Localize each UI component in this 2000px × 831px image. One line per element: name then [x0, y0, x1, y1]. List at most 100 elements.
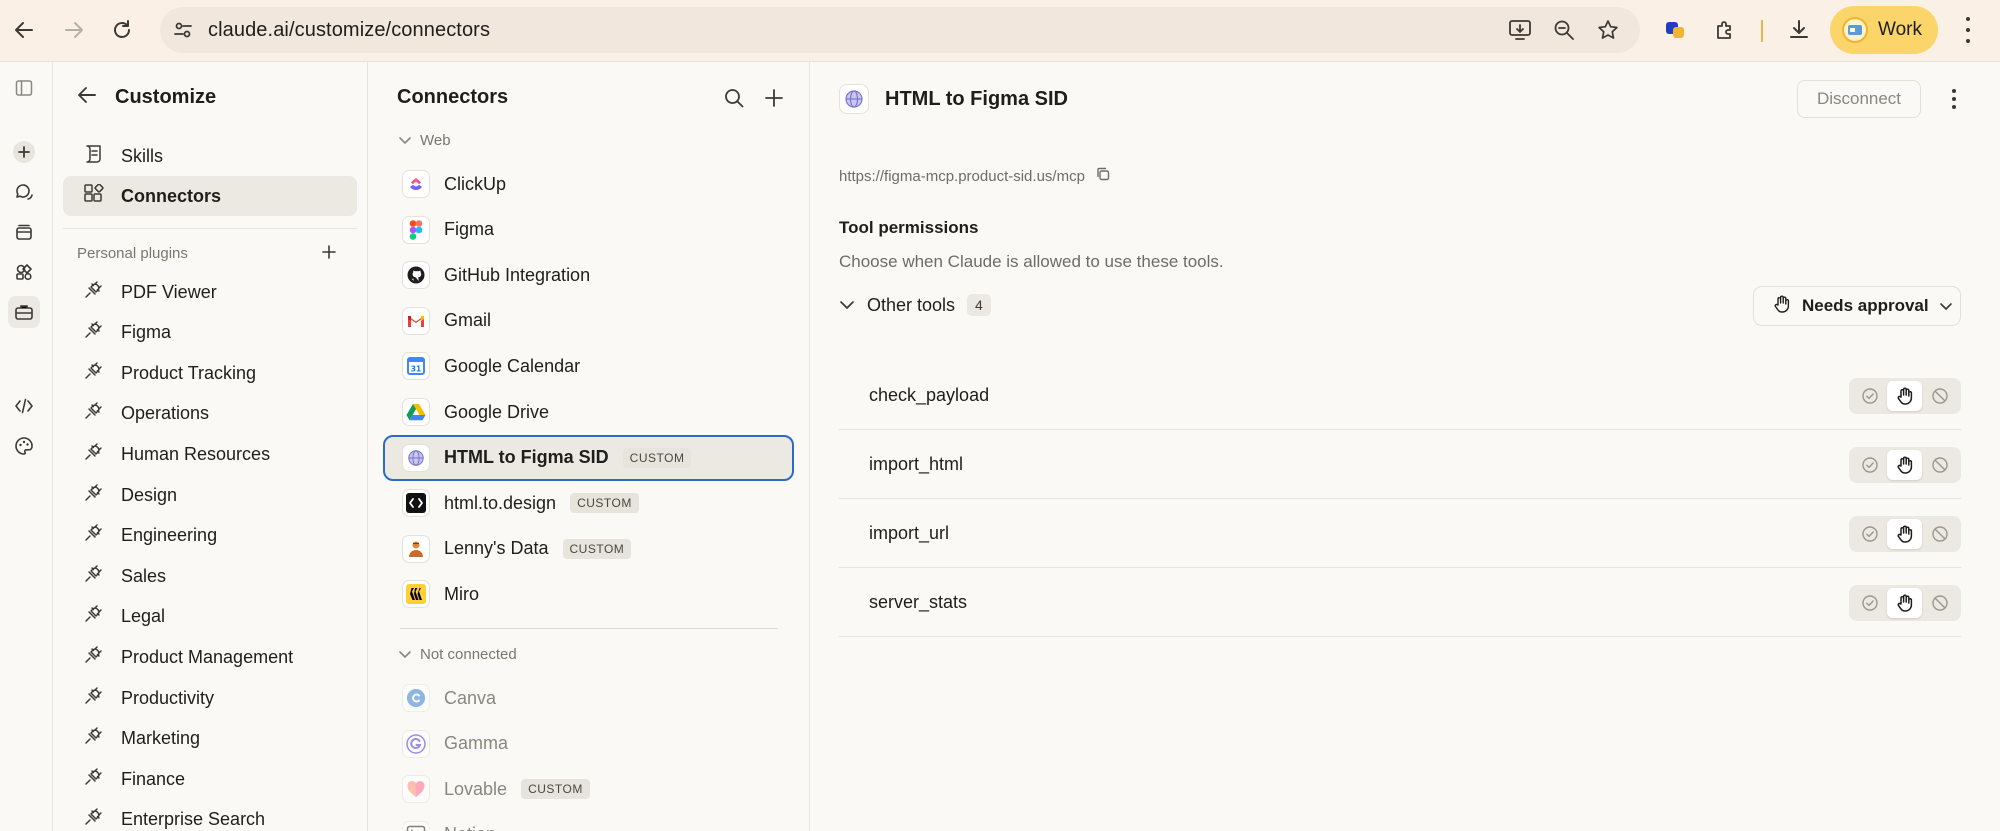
connector-item-gamma[interactable]: Gamma [384, 721, 794, 767]
tool-row-import-url: import_url [839, 500, 1961, 568]
chats-icon[interactable] [8, 176, 40, 208]
copy-icon[interactable] [1095, 166, 1111, 186]
block-icon[interactable] [1922, 381, 1957, 411]
sidebar-toggle-icon[interactable] [8, 72, 40, 104]
profile-label: Work [1878, 19, 1922, 40]
connector-label: Gamma [444, 733, 509, 754]
plug-icon [83, 280, 103, 305]
connector-item-html-to-design[interactable]: html.to.design CUSTOM [384, 480, 794, 526]
lovable-icon [402, 775, 430, 804]
approval-mode-dropdown[interactable]: Needs approval [1753, 286, 1961, 326]
always-allow-icon[interactable] [1852, 450, 1887, 480]
plugin-item-enterprise-search[interactable]: Enterprise Search [83, 804, 265, 831]
connector-label: Lovable [444, 778, 508, 799]
custom-badge: CUSTOM [622, 447, 692, 468]
needs-approval-hand-icon[interactable] [1887, 588, 1922, 618]
plugin-item-productivity[interactable]: Productivity [83, 682, 214, 714]
plugin-item-operations[interactable]: Operations [83, 398, 209, 430]
chevron-down-icon [398, 132, 412, 149]
plugin-item-marketing[interactable]: Marketing [83, 723, 200, 755]
connector-item-figma[interactable]: Figma [384, 207, 794, 253]
plugin-item-design[interactable]: Design [83, 479, 177, 511]
browser-menu-icon[interactable] [1956, 17, 1980, 43]
nav-item-skills[interactable]: Skills [63, 136, 357, 176]
search-icon[interactable] [720, 84, 748, 112]
connector-item-lovable[interactable]: Lovable CUSTOM [384, 766, 794, 812]
plugin-item-human-resources[interactable]: Human Resources [83, 438, 270, 470]
plugin-item-figma[interactable]: Figma [83, 317, 171, 349]
extension-translate-icon[interactable] [1660, 15, 1690, 45]
connector-item-github-integration[interactable]: GitHub Integration [384, 252, 794, 298]
plugin-label: Legal [121, 606, 166, 627]
extensions-puzzle-icon[interactable] [1710, 15, 1740, 45]
plugin-item-engineering[interactable]: Engineering [83, 520, 217, 552]
plug-icon [83, 320, 103, 345]
block-icon[interactable] [1922, 588, 1957, 618]
back-arrow-icon[interactable] [77, 86, 97, 109]
plugin-item-pdf-viewer[interactable]: PDF Viewer [83, 276, 217, 308]
palette-icon[interactable] [8, 430, 40, 462]
gmail-icon [402, 306, 430, 335]
block-icon[interactable] [1922, 450, 1957, 480]
profile-button[interactable]: Work [1830, 6, 1938, 54]
install-app-icon[interactable] [1508, 18, 1532, 42]
connector-item-google-drive[interactable]: Google Drive [384, 389, 794, 435]
plugin-label: Engineering [121, 525, 218, 546]
connector-label: Gmail [444, 310, 492, 331]
new-chat-icon[interactable] [8, 136, 40, 168]
tool-name: server_stats [869, 592, 968, 612]
connector-item-google-calendar[interactable]: 31 Google Calendar [384, 343, 794, 389]
projects-icon[interactable] [8, 216, 40, 248]
always-allow-icon[interactable] [1852, 519, 1887, 549]
detail-header: HTML to Figma SID [839, 82, 1068, 116]
connector-item-miro[interactable]: Miro [384, 571, 794, 617]
connector-label: Miro [444, 583, 479, 604]
connector-item-lenny-s-data[interactable]: Lenny's Data CUSTOM [384, 526, 794, 572]
plugin-label: Sales [121, 565, 167, 586]
always-allow-icon[interactable] [1852, 381, 1887, 411]
downloads-icon[interactable] [1784, 15, 1814, 45]
gamma-icon [402, 729, 430, 758]
plugin-item-legal[interactable]: Legal [83, 601, 165, 633]
nav-item-connectors[interactable]: Connectors [63, 176, 357, 216]
bookmark-star-icon[interactable] [1596, 18, 1620, 42]
connectors-title: Connectors [397, 86, 509, 108]
add-connector-icon[interactable] [760, 84, 788, 112]
connector-item-gmail[interactable]: Gmail [384, 298, 794, 344]
group-toggle-web[interactable]: Web [398, 132, 451, 149]
connector-item-notion[interactable]: Notion [384, 812, 794, 831]
plugin-item-finance[interactable]: Finance [83, 763, 185, 795]
plugin-item-product-tracking[interactable]: Product Tracking [83, 357, 256, 389]
group-toggle-not-connected[interactable]: Not connected [398, 646, 517, 663]
other-tools-toggle[interactable]: Other tools 4 [839, 294, 991, 316]
back-icon[interactable] [6, 12, 42, 48]
connector-item-canva[interactable]: Canva [384, 675, 794, 721]
connector-item-clickup[interactable]: ClickUp [384, 161, 794, 207]
needs-approval-hand-icon[interactable] [1887, 450, 1922, 480]
needs-approval-hand-icon[interactable] [1887, 519, 1922, 549]
plugin-label: PDF Viewer [121, 281, 217, 302]
plugin-item-product-management[interactable]: Product Management [83, 641, 293, 673]
plug-icon [83, 361, 103, 386]
more-options-icon[interactable] [1944, 86, 1964, 112]
zoom-icon[interactable] [1552, 18, 1576, 42]
plugin-label: Product Tracking [121, 362, 257, 383]
artifacts-icon[interactable] [8, 256, 40, 288]
needs-approval-hand-icon[interactable] [1887, 381, 1922, 411]
plug-icon [83, 564, 103, 589]
reload-icon[interactable] [104, 12, 140, 48]
connector-label: Canva [444, 687, 497, 708]
permission-toggle [1849, 378, 1961, 414]
site-settings-icon[interactable] [172, 19, 194, 41]
always-allow-icon[interactable] [1852, 588, 1887, 618]
forward-icon[interactable] [56, 12, 92, 48]
tool-count-badge: 4 [967, 294, 991, 316]
connector-item-html-to-figma-sid[interactable]: HTML to Figma SID CUSTOM [383, 434, 794, 481]
code-icon[interactable] [8, 390, 40, 422]
customize-icon[interactable] [8, 296, 40, 328]
block-icon[interactable] [1922, 519, 1957, 549]
disconnect-button[interactable]: Disconnect [1797, 80, 1921, 118]
add-plugin-icon[interactable] [317, 240, 341, 264]
address-bar[interactable]: claude.ai/customize/connectors [160, 7, 1640, 53]
plugin-item-sales[interactable]: Sales [83, 560, 166, 592]
